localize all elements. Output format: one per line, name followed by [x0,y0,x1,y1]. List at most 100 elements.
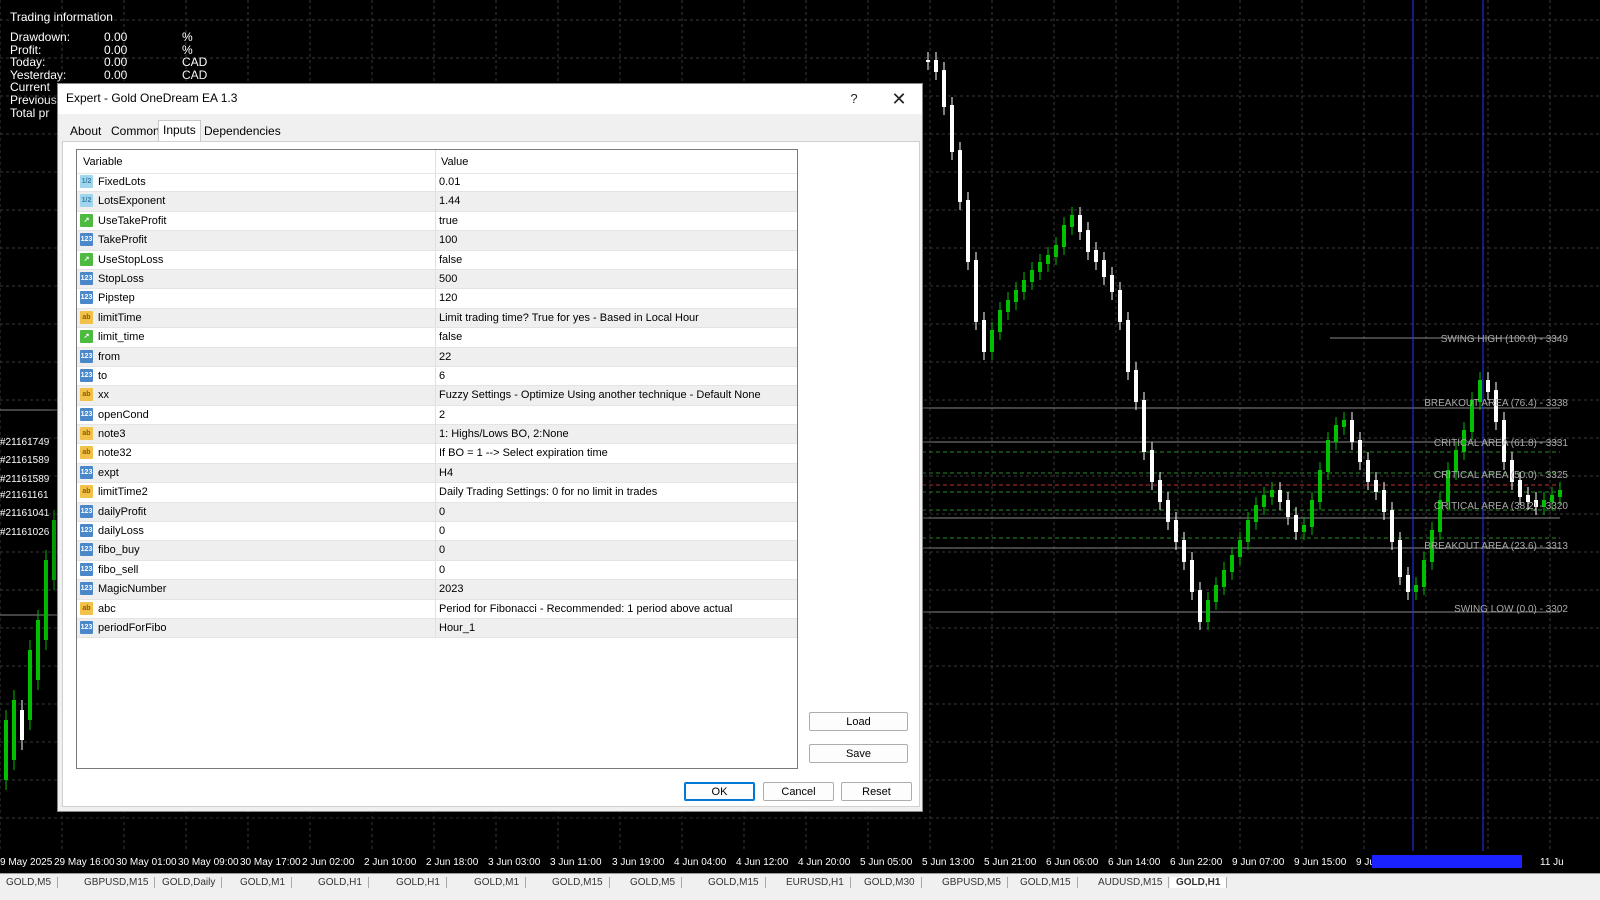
input-row[interactable]: 123 openCond 2 [77,405,797,426]
int-type-icon: 123 [80,504,93,518]
chart-tab[interactable]: GOLD,M1 [468,877,527,888]
chart-tab[interactable]: GBPUSD,M15 [78,877,156,888]
chart-tab[interactable]: GOLD,H1 [1170,877,1228,888]
input-row[interactable]: 123 periodForFibo Hour_1 [77,618,797,639]
input-row[interactable]: 1/2 LotsExponent 1.44 [77,192,797,212]
input-value[interactable]: false [439,254,462,266]
chart-tab[interactable]: GOLD,H1 [312,877,369,888]
tab-dependencies[interactable]: Dependencies [200,122,285,140]
time-axis-label: 29 May 16:00 [54,857,115,868]
time-axis-label: 30 May 01:00 [116,857,177,868]
save-button[interactable]: Save [809,744,908,763]
ok-button[interactable]: OK [684,782,755,801]
input-value[interactable]: false [439,331,462,343]
input-variable-name: dailyLoss [98,525,144,538]
input-row[interactable]: ↗ UseStopLoss false [77,250,797,270]
input-value[interactable]: 1.44 [439,195,460,207]
tab-inputs[interactable]: Inputs [158,120,201,141]
input-row[interactable]: ab note32 If BO = 1 --> Select expiration … [77,444,797,464]
input-row[interactable]: 123 to 6 [77,366,797,387]
input-value[interactable]: H4 [439,467,453,479]
cancel-button[interactable]: Cancel [763,782,834,801]
input-row[interactable]: 123 fibo_sell 0 [77,560,797,581]
dialog-titlebar[interactable]: Expert - Gold OneDream EA 1.3 ? ✕ [58,84,922,114]
tab-common[interactable]: Common [107,122,164,140]
column-header-value[interactable]: Value [441,156,468,168]
candle-body [1078,215,1082,232]
chart-tab[interactable]: AUDUSD,M15 [1092,877,1170,888]
input-row[interactable]: 123 Pipstep 120 [77,289,797,309]
input-value[interactable]: Fuzzy Settings - Optimize Using another … [439,389,761,401]
input-value[interactable]: Daily Trading Settings: 0 for no limit i… [439,486,657,498]
column-separator[interactable] [435,150,436,173]
chart-tab[interactable]: GOLD,M15 [1014,877,1078,888]
chart-tab[interactable]: GOLD,Daily [156,877,223,888]
input-value[interactable]: Hour_1 [439,622,475,634]
input-value[interactable]: true [439,215,458,227]
input-value[interactable]: 120 [439,292,457,304]
int-type-icon: 123 [80,291,93,305]
column-header-variable[interactable]: Variable [83,156,123,168]
input-value[interactable]: 0 [439,544,445,556]
input-value[interactable]: 500 [439,273,457,285]
time-axis-label: 5 Jun 05:00 [860,857,913,868]
input-row[interactable]: 123 StopLoss 500 [77,269,797,290]
help-button[interactable]: ? [842,88,866,110]
inputs-rows: 1/2 FixedLots 0.01 1/2 LotsExponent 1.44 ↗ UseT… [77,173,797,639]
input-value[interactable]: 6 [439,370,445,382]
input-value[interactable]: 0.01 [439,176,460,188]
input-row[interactable]: ab abc Period for Fibonacci - Recommended:… [77,599,797,619]
input-row[interactable]: ab xx Fuzzy Settings - Optimize Using anot… [77,386,797,406]
chart-tab-bar[interactable]: GOLD,M5 GBPUSD,M15 GOLD,Daily GOLD,M1 GOLD,H… [0,873,1600,900]
time-axis-label: 5 Jun 13:00 [922,857,975,868]
candle-body [974,260,978,322]
input-row[interactable]: 1/2 FixedLots 0.01 [77,173,797,193]
input-row[interactable]: ab limitTime2 Daily Trading Settings: 0 fo… [77,483,797,503]
candle-body [1110,275,1114,292]
input-value[interactable]: 22 [439,351,451,363]
load-button[interactable]: Load [809,712,908,731]
input-value[interactable]: Period for Fibonacci - Recommended: 1 pe… [439,603,733,615]
chart-tab[interactable]: GBPUSD,M5 [936,877,1008,888]
trading-info-title: Trading information [10,10,113,24]
close-icon[interactable]: ✕ [886,87,912,111]
input-value[interactable]: 2 [439,409,445,421]
input-row[interactable]: ab limitTime Limit trading time? True for … [77,308,797,329]
input-row[interactable]: 123 TakeProfit 100 [77,231,797,251]
input-row[interactable]: 123 expt H4 [77,463,797,484]
input-row[interactable]: 123 dailyProfit 0 [77,502,797,523]
candle-body [1454,450,1458,472]
chart-tab[interactable]: GOLD,M5 [624,877,683,888]
input-value[interactable]: 1: Highs/Lows BO, 2:None [439,428,569,440]
candle-body [1366,460,1370,482]
candle-body [12,700,16,760]
input-value[interactable]: 2023 [439,583,463,595]
input-row[interactable]: 123 dailyLoss 0 [77,522,797,542]
input-value[interactable]: 0 [439,525,445,537]
input-value[interactable]: If BO = 1 --> Select expiration time [439,447,608,459]
tab-about[interactable]: About [66,122,105,140]
chart-tab[interactable]: GOLD,M1 [234,877,293,888]
chart-tab[interactable]: GOLD,H1 [390,877,447,888]
chart-tab[interactable]: GOLD,M30 [858,877,922,888]
input-value[interactable]: 0 [439,564,445,576]
input-row[interactable]: 123 fibo_buy 0 [77,541,797,561]
chart-tab[interactable]: GOLD,M5 [0,877,59,888]
input-value[interactable]: 100 [439,234,457,246]
input-row[interactable]: 123 MagicNumber 2023 [77,580,797,600]
input-row[interactable]: ↗ limit_time false [77,328,797,348]
candle-body [1062,225,1066,247]
chart-tab[interactable]: GOLD,M15 [702,877,766,888]
input-value[interactable]: 0 [439,506,445,518]
input-variable-name: MagicNumber [98,583,167,596]
inputs-table[interactable]: Variable Value 1/2 FixedLots 0.01 1/2 LotsEx… [76,149,798,769]
chart-tab[interactable]: GOLD,M15 [546,877,610,888]
time-axis-label: 2 Jun 10:00 [364,857,417,868]
reset-button[interactable]: Reset [841,782,912,801]
input-row[interactable]: ab note3 1: Highs/Lows BO, 2:None [77,425,797,445]
input-value[interactable]: Limit trading time? True for yes - Based… [439,312,699,324]
chart-tab[interactable]: EURUSD,H1 [780,877,851,888]
row-divider [435,211,436,231]
input-row[interactable]: 123 from 22 [77,347,797,367]
input-row[interactable]: ↗ UseTakeProfit true [77,211,797,232]
